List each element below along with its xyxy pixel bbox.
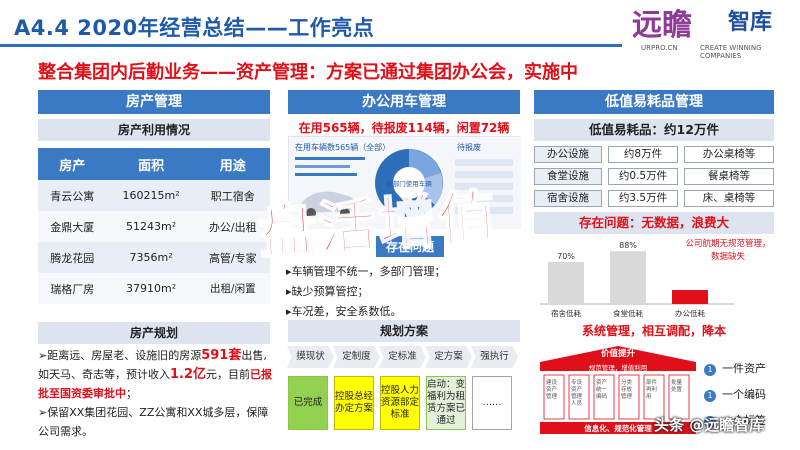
plan-text: 保留XX集团花园、ZZ公寓和XX城多层，保障公司需求。 [38, 406, 269, 438]
table-cell: 约3.5万件 [608, 190, 678, 207]
chart-data-label: 88% [619, 241, 637, 250]
watermark-stamp: 盘活增值 [255, 182, 501, 269]
vehicle-problems: ▸车辆管理不统一，多部门管理； ▸缺少预算管控； ▸车况差，安全系数低。 [286, 262, 524, 322]
table-cell: 青云公寓 [38, 180, 107, 211]
plan-box: …… [472, 376, 512, 430]
table-cell: 金鼎大厦 [38, 211, 107, 242]
main-title: 整合集团内后勤业务——资产管理：方案已通过集团办公会，实施中 [38, 62, 578, 83]
table-cell: 160215m² [106, 180, 196, 211]
chart-bar [672, 290, 708, 304]
plan-box: 启动：变福利为租赁方案已通过 [426, 376, 466, 430]
page-title: A4.4 2020年经营总结——工作亮点 [14, 16, 375, 40]
bullet-item: 1 一个编码 [704, 382, 796, 408]
value-col: 部件再利用 [646, 380, 658, 400]
table-row: 腾龙花园 7356m² 高管/专家 [38, 242, 270, 273]
table-cell: 瑞格厂房 [38, 273, 107, 304]
step-chevron: 定方案 [425, 346, 472, 368]
property-usage-head: 房产利用情况 [38, 119, 270, 141]
table-header: 面积 [106, 148, 196, 180]
consumables-problem: 存在问题：无数据，浪费大 [534, 212, 774, 234]
table-row: 金鼎大厦 51243m² 办公/出租 [38, 211, 270, 242]
plan-text: 距离远、房屋老、设施旧的房源 [47, 349, 202, 362]
value-col: 分类存放管理 [621, 380, 633, 400]
watermark-toutiao: 头条 @远瞻智库 [654, 416, 765, 434]
img-title: 在用车辆数565辆（全部） [295, 142, 390, 152]
logo-url: URPRO.CN [641, 44, 678, 52]
chart-category-label: 宿舍低耗 [551, 308, 581, 318]
table-cell: 51243m² [106, 211, 196, 242]
bullet-item: 1 一件资产 [704, 356, 796, 382]
table-cell: 餐桌椅等 [684, 168, 774, 185]
property-plan-text: ➢距离远、房屋老、设施旧的房源591套出售,如天马、奇志等，预计收入1.2亿元，… [38, 348, 273, 438]
vehicle-plan-head: 规划方案 [288, 320, 520, 342]
table-cell: 7356m² [106, 242, 196, 273]
table-header: 用途 [195, 148, 270, 180]
header-divider [0, 44, 622, 47]
value-col: 建设资产管理 [546, 380, 558, 400]
plan-box: 控股总经办定方案 [334, 376, 374, 430]
consumables-stat: 低值易耗品：约12万件 [534, 119, 774, 141]
problem-item: ▸缺少预算管控； [286, 285, 369, 298]
chart-bar [610, 251, 646, 304]
property-plan-head: 房产规划 [38, 322, 270, 344]
chart-category-label: 食堂低耗 [613, 308, 643, 318]
table-row: 瑞格厂房 37910m² 出租/闲置 [38, 273, 270, 304]
step-chevron: 定制度 [333, 346, 380, 368]
vehicle-head: 办公用车管理 [288, 90, 520, 114]
table-row: 青云公寓 160215m² 职工宿舍 [38, 180, 270, 211]
table-cell: 床、桌椅等 [684, 190, 774, 207]
value-title: 价值提升 [600, 349, 635, 359]
property-head: 房产管理 [38, 90, 270, 114]
logo-main: 远瞻 [632, 8, 692, 43]
plan-count: 591套 [201, 348, 242, 363]
table-header: 房产 [38, 148, 107, 180]
logo-slogan: CREATE WINNING COMPANIES [700, 44, 762, 60]
chart-note: 公司航期无规范管理，数据缺失 [685, 239, 771, 262]
plan-boxes: 已完成 控股总经办定方案 控股人力资源部定标准 启动：变福利为租赁方案已通过 …… [288, 376, 520, 436]
system-label: 系统管理，相互调配，降本 [581, 324, 726, 338]
plan-text: 元，目前 [206, 368, 251, 381]
step-chevron: 摸现状 [287, 346, 334, 368]
value-col: 批量处置 [671, 380, 683, 393]
plan-amount: 1.2亿 [170, 367, 207, 382]
plan-box: 控股人力资源部定标准 [380, 376, 420, 430]
chart-bar [548, 262, 584, 304]
table-cell: 约0.5万件 [608, 168, 678, 185]
plan-box: 已完成 [288, 376, 328, 430]
property-table: 房产 面积 用途 青云公寓 160215m² 职工宿舍 金鼎大厦 51243m²… [38, 148, 270, 304]
logo-sub: 智库 [728, 10, 773, 35]
value-col: 资产统一编码 [596, 380, 608, 400]
img-right-label: 待报废 [457, 142, 481, 152]
plan-text: ； [126, 387, 137, 400]
table-cell: 办公桌椅等 [684, 146, 774, 163]
vehicle-stat: 在用565辆，待报废114辆，闲置72辆 [298, 121, 510, 135]
table-cell: 宿舍设施 [534, 190, 602, 207]
table-cell: 约8万件 [608, 146, 678, 163]
table-cell: 腾龙花园 [38, 242, 107, 273]
value-col: 专设资产管理人员 [571, 380, 583, 407]
chart-category-label: 办公低耗 [675, 308, 705, 318]
step-chevron: 定标准 [379, 346, 426, 368]
table-cell: 办公设施 [534, 146, 602, 163]
problem-item: ▸车况差，安全系数低。 [286, 305, 402, 318]
consumables-head: 低值易耗品管理 [534, 90, 774, 114]
step-chevron: 强执行 [471, 346, 518, 368]
chart-data-label: 70% [557, 252, 575, 261]
plan-steps: 摸现状 定制度 定标准 定方案 强执行 [287, 346, 519, 368]
value-sub: 规范管理，增值利用 [588, 364, 648, 372]
table-cell: 食堂设施 [534, 168, 602, 185]
table-cell: 出租/闲置 [195, 273, 270, 304]
table-cell: 37910m² [106, 273, 196, 304]
